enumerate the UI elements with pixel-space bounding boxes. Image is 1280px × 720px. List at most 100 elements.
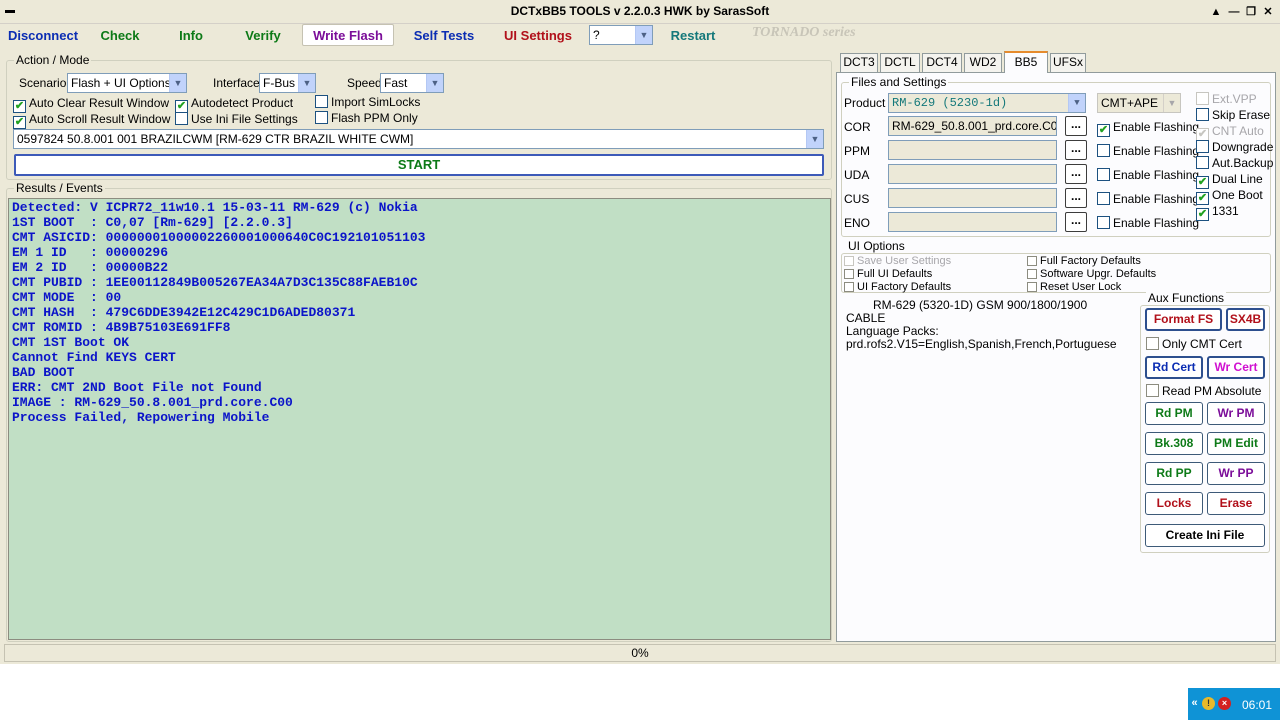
checkbox-checked-icon[interactable]: ✔ (13, 116, 26, 129)
rd-cert-button[interactable]: Rd Cert (1145, 356, 1203, 379)
tab-bb5[interactable]: BB5 (1004, 51, 1048, 73)
tab-wd2[interactable]: WD2 (964, 53, 1002, 72)
tab-dct3[interactable]: DCT3 (840, 53, 878, 72)
uda-file-input[interactable] (888, 164, 1057, 184)
speed-select[interactable]: Fast ▼ (380, 73, 444, 93)
tab-ufsx[interactable]: UFSx (1050, 53, 1086, 72)
auto-scroll-checkbox[interactable]: ✔ Auto Scroll Result Window (13, 112, 170, 129)
checkbox-empty-icon[interactable] (1196, 140, 1209, 153)
cnt-auto-checkbox[interactable]: ✔ CNT Auto (1196, 124, 1264, 141)
one-boot-checkbox[interactable]: ✔ One Boot (1196, 188, 1263, 205)
opt-1331-checkbox[interactable]: ✔ 1331 (1196, 204, 1239, 221)
cus-enable-checkbox[interactable]: Enable Flashing (1097, 192, 1199, 206)
rd-pp-button[interactable]: Rd PP (1145, 462, 1203, 485)
eno-file-input[interactable] (888, 212, 1057, 232)
checkbox-empty-icon[interactable] (1146, 384, 1159, 397)
help-select[interactable]: ? ▼ (589, 25, 653, 45)
restart-button[interactable]: Restart (660, 24, 726, 46)
checkbox-empty-icon[interactable] (1196, 92, 1209, 105)
format-fs-button[interactable]: Format FS (1145, 308, 1222, 331)
pm-edit-button[interactable]: PM Edit (1207, 432, 1265, 455)
rd-pm-button[interactable]: Rd PM (1145, 402, 1203, 425)
create-ini-file-button[interactable]: Create Ini File (1145, 524, 1265, 547)
autodetect-checkbox[interactable]: ✔ Autodetect Product (175, 96, 293, 113)
chevron-down-icon[interactable]: ▼ (426, 74, 443, 92)
product-select[interactable]: RM-629 (5230-1d) ▼ (888, 93, 1086, 113)
uda-enable-checkbox[interactable]: Enable Flashing (1097, 168, 1199, 182)
sx4b-button[interactable]: SX4B (1226, 308, 1265, 331)
eno-enable-checkbox[interactable]: Enable Flashing (1097, 216, 1199, 230)
wr-pp-button[interactable]: Wr PP (1207, 462, 1265, 485)
ui-factory-defaults-checkbox[interactable]: UI Factory Defaults (844, 280, 951, 294)
checkbox-empty-icon[interactable] (1097, 144, 1110, 157)
checkbox-checked-icon[interactable]: ✔ (1196, 208, 1209, 221)
checkbox-empty-icon[interactable] (1097, 216, 1110, 229)
use-ini-checkbox[interactable]: Use Ini File Settings (175, 112, 298, 126)
check-button[interactable]: Check (88, 24, 152, 46)
full-factory-defaults-checkbox[interactable]: Full Factory Defaults (1027, 254, 1141, 268)
product-code-select[interactable]: 0597824 50.8.001 001 BRAZILCWM [RM-629 C… (13, 129, 824, 149)
checkbox-empty-icon[interactable] (1146, 337, 1159, 350)
cmt-ape-select[interactable]: CMT+APE ▼ (1097, 93, 1181, 113)
checkbox-empty-icon[interactable] (844, 269, 854, 279)
ppm-enable-checkbox[interactable]: Enable Flashing (1097, 144, 1199, 158)
interface-select[interactable]: F-Bus ▼ (259, 73, 316, 93)
chevron-down-icon[interactable]: ▼ (1163, 94, 1180, 112)
results-log[interactable]: Detected: V ICPR72_11w10.1 15-03-11 RM-6… (8, 198, 831, 640)
checkbox-empty-icon[interactable] (844, 256, 854, 266)
cor-file-input[interactable]: RM-629_50.8.001_prd.core.C00 (888, 116, 1057, 136)
disconnect-button[interactable]: Disconnect (4, 24, 82, 46)
locks-button[interactable]: Locks (1145, 492, 1203, 515)
minimize-button[interactable]: — (1226, 5, 1242, 19)
checkbox-empty-icon[interactable] (1097, 168, 1110, 181)
chevron-down-icon[interactable]: ▼ (635, 26, 652, 44)
wr-pm-button[interactable]: Wr PM (1207, 402, 1265, 425)
bk308-button[interactable]: Bk.308 (1145, 432, 1203, 455)
skip-erase-checkbox[interactable]: Skip Erase (1196, 108, 1270, 122)
close-icon[interactable]: ✕ (1260, 5, 1276, 19)
ppm-file-input[interactable] (888, 140, 1057, 160)
reset-user-lock-checkbox[interactable]: Reset User Lock (1027, 280, 1121, 294)
verify-button[interactable]: Verify (230, 24, 296, 46)
checkbox-empty-icon[interactable] (1027, 282, 1037, 292)
checkbox-checked-icon[interactable]: ✔ (1097, 124, 1110, 137)
alert-x-icon[interactable]: × (1218, 697, 1231, 710)
ext-vpp-checkbox[interactable]: Ext.VPP (1196, 92, 1257, 106)
chevron-down-icon[interactable]: ▼ (1068, 94, 1085, 112)
dual-line-checkbox[interactable]: ✔ Dual Line (1196, 172, 1263, 189)
chevron-down-icon[interactable]: ▼ (806, 130, 823, 148)
cor-browse-button[interactable]: ... (1065, 116, 1087, 136)
cor-enable-checkbox[interactable]: ✔ Enable Flashing (1097, 120, 1199, 137)
tab-dct4[interactable]: DCT4 (922, 53, 962, 72)
checkbox-empty-icon[interactable] (315, 111, 328, 124)
chevron-down-icon[interactable]: ▼ (298, 74, 315, 92)
write-flash-button[interactable]: Write Flash (302, 24, 394, 46)
downgrade-checkbox[interactable]: Downgrade (1196, 140, 1273, 154)
info-button[interactable]: Info (158, 24, 224, 46)
checkbox-empty-icon[interactable] (315, 95, 328, 108)
flash-ppm-only-checkbox[interactable]: Flash PPM Only (315, 111, 418, 125)
chevron-down-icon[interactable]: ▼ (169, 74, 186, 92)
checkbox-empty-icon[interactable] (1196, 108, 1209, 121)
maximize-icon[interactable]: ❐ (1243, 5, 1259, 19)
tray-arrow-icon[interactable]: « (1188, 697, 1201, 710)
security-shield-icon[interactable]: ! (1202, 697, 1215, 710)
checkbox-empty-icon[interactable] (1196, 156, 1209, 169)
scenario-select[interactable]: Flash + UI Options ▼ (67, 73, 187, 93)
checkbox-empty-icon[interactable] (1097, 192, 1110, 205)
checkbox-empty-icon[interactable] (1027, 269, 1037, 279)
read-pm-absolute-checkbox[interactable]: Read PM Absolute (1146, 384, 1261, 398)
start-button[interactable]: START (14, 154, 824, 176)
only-cmt-cert-checkbox[interactable]: Only CMT Cert (1146, 337, 1242, 351)
checkbox-empty-icon[interactable] (175, 112, 188, 125)
ppm-browse-button[interactable]: ... (1065, 140, 1087, 160)
minimize-icon[interactable]: ▲ (1208, 5, 1224, 19)
software-upgr-defaults-checkbox[interactable]: Software Upgr. Defaults (1027, 267, 1156, 281)
import-simlocks-checkbox[interactable]: Import SimLocks (315, 95, 420, 109)
cus-file-input[interactable] (888, 188, 1057, 208)
checkbox-empty-icon[interactable] (844, 282, 854, 292)
aut-backup-checkbox[interactable]: Aut.Backup (1196, 156, 1273, 170)
checkbox-empty-icon[interactable] (1027, 256, 1037, 266)
ui-settings-button[interactable]: UI Settings (494, 24, 582, 46)
full-ui-defaults-checkbox[interactable]: Full UI Defaults (844, 267, 932, 281)
